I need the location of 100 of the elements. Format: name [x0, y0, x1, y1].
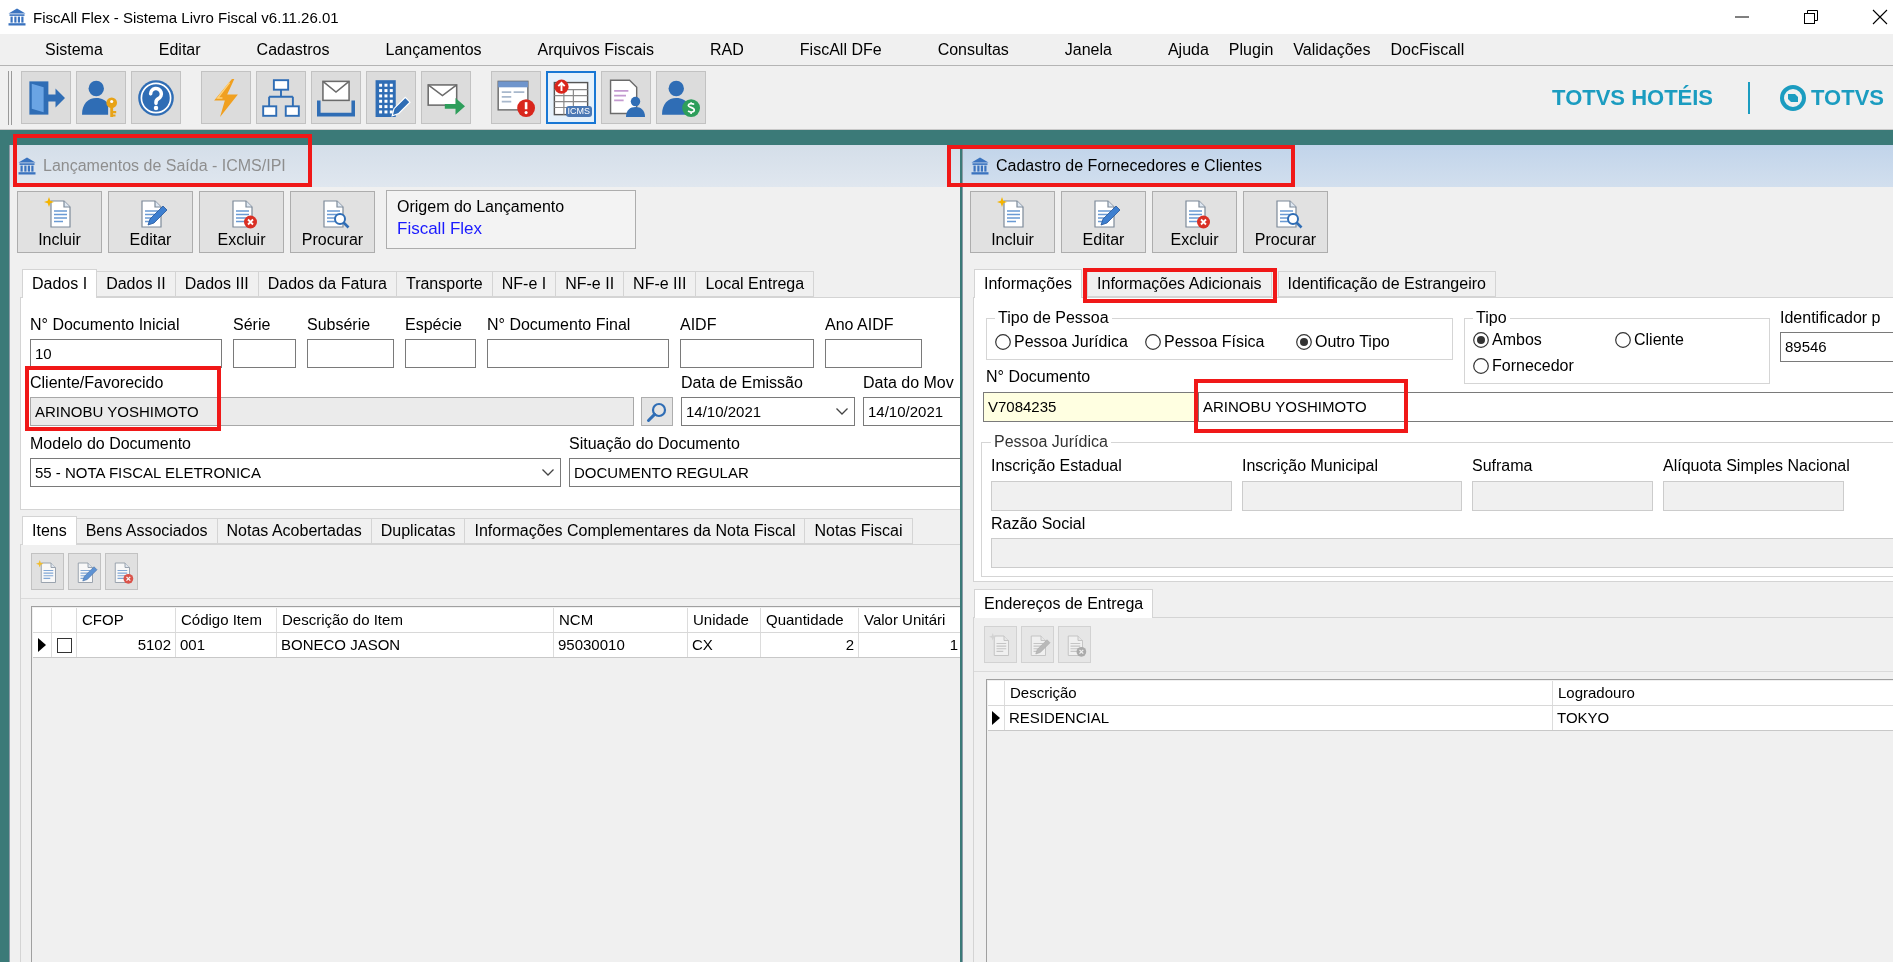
action-button[interactable]: Procurar	[290, 191, 375, 253]
column-header[interactable]: Descrição	[1005, 681, 1553, 705]
text-field[interactable]	[825, 339, 922, 368]
tab[interactable]: Notas Acobertadas	[216, 518, 372, 544]
toolbar-button[interactable]	[31, 553, 64, 590]
field-label: N° Documento Final	[487, 316, 631, 334]
menu-item[interactable]: RAD	[710, 39, 744, 60]
text-field[interactable]: 14/10/2021	[863, 397, 960, 426]
toolbar-button[interactable]	[421, 71, 471, 124]
dropdown-field[interactable]: 14/10/2021	[681, 397, 855, 426]
toolbar-button[interactable]	[68, 553, 101, 590]
text-field[interactable]: ARINOBU YOSHIMOTO	[1198, 392, 1893, 422]
menu-item[interactable]: Cadastros	[256, 39, 330, 60]
tab[interactable]: Dados II	[96, 271, 176, 297]
text-field[interactable]: DOCUMENTO REGULAR	[569, 458, 960, 487]
table-cell: TOKYO	[1553, 706, 1893, 730]
help-icon	[137, 78, 175, 117]
menu-item[interactable]: Ajuda	[1167, 39, 1209, 60]
tab[interactable]: Informações	[974, 269, 1083, 298]
tab[interactable]: Identificação de Estrangeiro	[1277, 271, 1496, 297]
menu-item[interactable]: Arquivos Fiscais	[537, 39, 655, 60]
tab[interactable]: Duplicatas	[370, 518, 466, 544]
field-label: Data do Mov	[863, 374, 954, 392]
text-field[interactable]	[405, 339, 476, 368]
toolbar-button[interactable]	[656, 71, 706, 124]
toolbar-button[interactable]	[21, 71, 71, 124]
tab[interactable]: Dados da Fatura	[257, 271, 397, 297]
column-header[interactable]: Logradouro	[1553, 681, 1893, 705]
menu-item[interactable]: Editar	[158, 39, 201, 60]
dropdown-field[interactable]: 55 - NOTA FISCAL ELETRONICA	[30, 458, 561, 487]
toolbar-button[interactable]	[105, 553, 138, 590]
menu-item[interactable]: Janela	[1064, 39, 1112, 60]
column-header[interactable]: Unidade	[688, 608, 761, 632]
menu-item[interactable]: Lançamentos	[385, 39, 482, 60]
toolbar-button[interactable]	[311, 71, 361, 124]
column-header[interactable]: Descrição do Item	[277, 608, 554, 632]
menu-item[interactable]: Consultas	[937, 39, 1009, 60]
radio-button[interactable]	[1473, 332, 1489, 348]
tab[interactable]: Bens Associados	[75, 518, 218, 544]
radio-button[interactable]	[1615, 332, 1631, 348]
radio-button[interactable]	[995, 334, 1011, 350]
menu-item[interactable]: Sistema	[45, 39, 103, 60]
tab[interactable]: Itens	[22, 516, 77, 545]
text-field[interactable]	[307, 339, 394, 368]
search-button[interactable]	[641, 397, 673, 426]
radio-button[interactable]	[1473, 358, 1489, 374]
toolbar-button[interactable]: ICMS	[546, 71, 596, 124]
radio-label: Fornecedor	[1492, 357, 1574, 375]
toolbar-button[interactable]	[601, 71, 651, 124]
action-button[interactable]: Procurar	[1243, 191, 1328, 253]
tab[interactable]: NF-e II	[555, 271, 625, 297]
text-field[interactable]	[680, 339, 814, 368]
restore-button[interactable]	[1804, 10, 1818, 24]
action-button[interactable]: Editar	[1061, 191, 1146, 253]
table-cell: 95030010	[554, 633, 688, 657]
grid-row[interactable]: RESIDENCIAL TOKYO	[988, 706, 1893, 731]
column-header[interactable]: Quantidade	[761, 608, 859, 632]
column-header[interactable]: NCM	[554, 608, 688, 632]
tab[interactable]: Endereços de Entrega	[974, 589, 1154, 618]
tab[interactable]: NF-e III	[623, 271, 697, 297]
grid-row[interactable]: 5102 001 BONECO JASON 95030010 CX 2 1	[33, 633, 960, 658]
action-button[interactable]: Incluir	[17, 191, 102, 253]
menu-item[interactable]: FiscAll DFe	[799, 39, 882, 60]
lookup-field[interactable]: ARINOBU YOSHIMOTO	[30, 397, 634, 426]
table-cell: CX	[688, 633, 761, 657]
text-field[interactable]: 89546	[1780, 332, 1893, 362]
column-header[interactable]: Código Item	[176, 608, 277, 632]
action-button[interactable]: Incluir	[970, 191, 1055, 253]
tab[interactable]: Transporte	[395, 271, 493, 297]
text-field[interactable]	[233, 339, 296, 368]
checkbox[interactable]	[56, 637, 72, 653]
field-label: Série	[233, 316, 271, 334]
tab[interactable]: Local Entrega	[695, 271, 815, 297]
radio-label: Pessoa Jurídica	[1014, 333, 1128, 351]
menu-item[interactable]: Validações	[1293, 39, 1371, 60]
radio-label: Outro Tipo	[1315, 333, 1390, 351]
toolbar-button[interactable]	[131, 71, 181, 124]
toolbar-button[interactable]	[256, 71, 306, 124]
menu-item[interactable]: DocFiscall	[1390, 39, 1465, 60]
menu-item[interactable]: Plugin	[1228, 39, 1274, 60]
text-field[interactable]: 10	[30, 339, 222, 368]
tab[interactable]: Dados I	[22, 269, 98, 298]
group-title: Pessoa Jurídica	[993, 433, 1109, 451]
tab[interactable]: Informações Complementares da Nota Fiscal	[464, 518, 806, 544]
action-button[interactable]: Editar	[108, 191, 193, 253]
column-header[interactable]: CFOP	[77, 608, 176, 632]
radio-button[interactable]	[1296, 334, 1312, 350]
action-button[interactable]: Excluir	[199, 191, 284, 253]
tab[interactable]: Dados III	[174, 271, 259, 297]
tab[interactable]: Notas Fiscai	[804, 518, 913, 544]
close-button[interactable]	[1873, 10, 1887, 24]
tab[interactable]: Informações Adicionais	[1087, 271, 1272, 297]
toolbar-button[interactable]	[366, 71, 416, 124]
toolbar-button[interactable]	[76, 71, 126, 124]
tab[interactable]: NF-e I	[491, 271, 557, 297]
radio-button[interactable]	[1145, 334, 1161, 350]
toolbar-button[interactable]	[491, 71, 541, 124]
radio-label: Cliente	[1634, 331, 1684, 349]
text-field[interactable]	[487, 339, 669, 368]
action-button[interactable]: Excluir	[1152, 191, 1237, 253]
